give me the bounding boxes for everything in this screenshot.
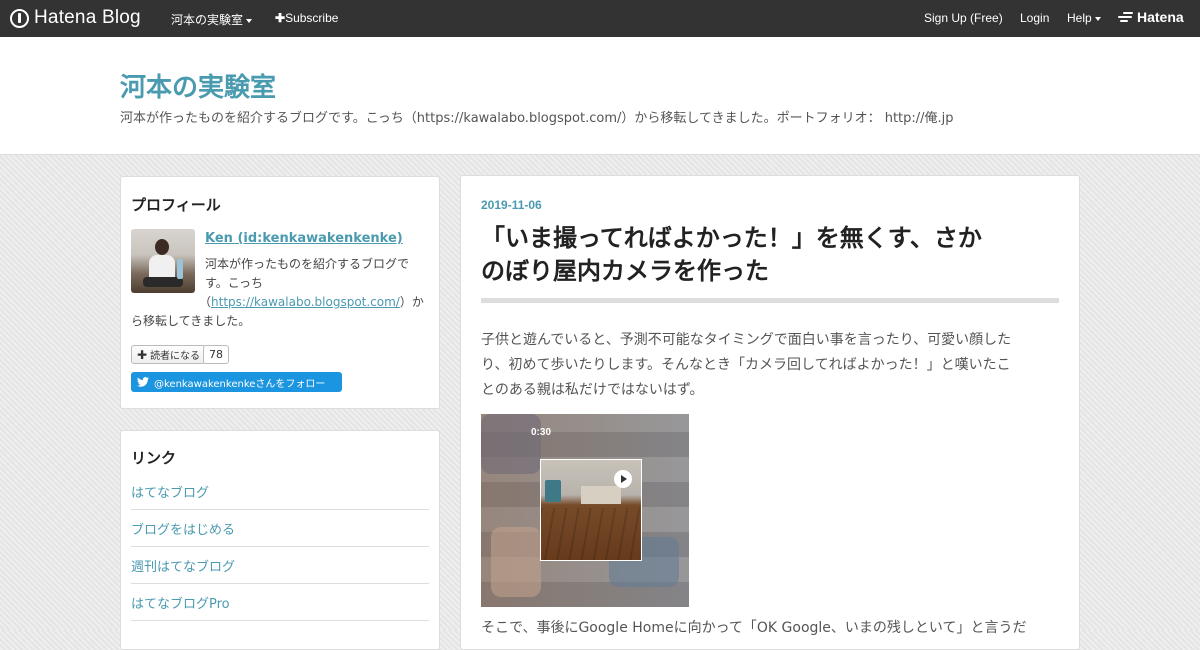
logo-text: Hatena Blog [34, 7, 141, 28]
blog-header: 河本の実験室 河本が作ったものを紹介するブログです。こっち（https://ka… [0, 37, 1200, 155]
entry-paragraph: 子供と遊んでいると、予測不可能なタイミングで面白い事を言ったり、可愛い顔した り… [481, 328, 1059, 403]
links-heading: リンク [131, 449, 177, 467]
profile-blogspot-link[interactable]: https://kawalabo.blogspot.com/ [211, 295, 400, 309]
hatena-logo-icon [10, 8, 29, 28]
blog-menu-label: 河本の実験室 [171, 13, 244, 27]
reader-button-label: 読者になる [150, 351, 201, 362]
entry-title-line1: 「いま撮ってればよかった！」を無くす、さか [481, 224, 982, 252]
caret-down-icon [1094, 16, 1101, 21]
global-header: Hatena Blog 河本の実験室 ✚Subscribe Sign Up (F… [0, 0, 1200, 37]
signup-link[interactable]: Sign Up (Free) [924, 11, 1003, 25]
login-link[interactable]: Login [1020, 11, 1049, 25]
profile-module: プロフィール Ken (id:kenkawakenkenke) 河本が作ったもの… [120, 176, 440, 409]
help-dropdown[interactable]: Help [1067, 11, 1101, 25]
entry-article: 2019-11-06 「いま撮ってればよかった！」を無くす、さか のぼり屋内カメ… [460, 175, 1080, 650]
link-item[interactable]: ブログをはじめる [131, 510, 429, 547]
hatena-brand-link[interactable]: Hatena [1118, 9, 1184, 25]
video-duration: 0:30 [531, 427, 552, 438]
profile-description: 河本が作ったものを紹介するブログで す。こっち （https://kawalab… [131, 255, 431, 331]
help-label: Help [1067, 11, 1092, 25]
subscribe-reader-button[interactable]: ✚ 読者になる [131, 345, 207, 364]
profile-desc-line4: ら移転してきました。 [131, 314, 251, 328]
link-item[interactable]: 週刊はてなブログ [131, 547, 429, 584]
caret-down-icon [246, 18, 253, 23]
profile-name-link[interactable]: Ken (id:kenkawakenkenke) [205, 231, 403, 246]
hatena-blog-logo[interactable]: Hatena Blog [10, 7, 141, 29]
plus-icon: ✚ [137, 347, 148, 362]
subscribe-button[interactable]: ✚Subscribe [275, 11, 338, 25]
twitter-follow-button[interactable]: @kenkawakenkenkeさんをフォロー [131, 372, 342, 392]
entry-paragraph-2: そこで、事後にGoogle Homeに向かって「OK Google、いまの残しと… [481, 620, 1027, 636]
entry-title[interactable]: 「いま撮ってればよかった！」を無くす、さか のぼり屋内カメラを作った [481, 222, 1059, 303]
profile-heading: プロフィール [131, 196, 221, 214]
link-item[interactable]: はてなブログ [131, 473, 429, 510]
reader-count: 78 [203, 345, 229, 364]
profile-desc-line3: （https://kawalabo.blogspot.com/）か [199, 295, 424, 309]
twitter-follow-label: @kenkawakenkenkeさんをフォロー [154, 378, 326, 390]
subscribe-label: Subscribe [285, 11, 339, 25]
entry-date[interactable]: 2019-11-06 [481, 198, 542, 212]
twitter-bird-icon [137, 377, 149, 387]
video-thumbnail[interactable]: 0:30 [481, 414, 689, 607]
blog-description: 河本が作ったものを紹介するブログです。こっち（https://kawalabo.… [120, 111, 954, 126]
links-module: リンク はてなブログ ブログをはじめる 週刊はてなブログ はてなブログPro [120, 430, 440, 650]
blog-title[interactable]: 河本の実験室 [120, 67, 276, 104]
plus-icon: ✚ [275, 11, 286, 25]
hatena-brand-icon [1118, 11, 1134, 23]
profile-desc-line1: 河本が作ったものを紹介するブログで [205, 257, 410, 271]
profile-desc-line2: す。こっち [205, 276, 263, 290]
blog-menu-dropdown[interactable]: 河本の実験室 [171, 11, 253, 28]
play-icon[interactable] [614, 470, 632, 488]
entry-para-line3: とのある親は私だけではないはず。 [481, 382, 704, 398]
link-item[interactable]: はてなブログPro [131, 584, 429, 621]
entry-title-line2: のぼり屋内カメラを作った [481, 257, 769, 285]
entry-para-line1: 子供と遊んでいると、予測不可能なタイミングで面白い事を言ったり、可愛い顔した [481, 332, 1012, 348]
hatena-brand-label: Hatena [1137, 9, 1184, 25]
entry-para-line2: り、初めて歩いたりします。そんなとき「カメラ回してればよかった！」と嘆いたこ [481, 357, 1011, 373]
